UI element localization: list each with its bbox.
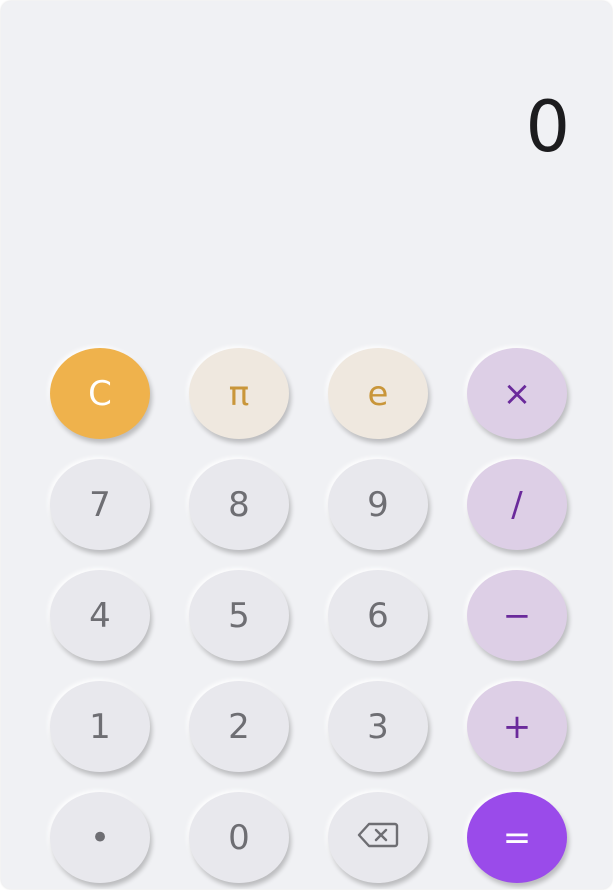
add-button[interactable]: + <box>467 681 567 772</box>
key-label: / <box>511 484 523 525</box>
key-label: 2 <box>228 706 250 747</box>
multiply-button[interactable]: × <box>467 348 567 439</box>
key-label: 8 <box>228 484 250 525</box>
key-label: 5 <box>228 595 250 636</box>
key-label: + <box>502 706 532 747</box>
digit-4-button[interactable]: 4 <box>50 570 150 661</box>
keypad: Cπ e × 7 8 9 / 4 5 6 − 1 2 3 + • 0 = <box>50 348 570 883</box>
euler-button[interactable]: e <box>328 348 428 439</box>
digit-6-button[interactable]: 6 <box>328 570 428 661</box>
key-label: 9 <box>367 484 389 525</box>
key-label: 0 <box>228 817 250 858</box>
key-label: • <box>89 817 111 858</box>
pi-button[interactable]: π <box>189 348 289 439</box>
digit-1-button[interactable]: 1 <box>50 681 150 772</box>
digit-3-button[interactable]: 3 <box>328 681 428 772</box>
subtract-button[interactable]: − <box>467 570 567 661</box>
key-label: 6 <box>367 595 389 636</box>
digit-9-button[interactable]: 9 <box>328 459 428 550</box>
digit-8-button[interactable]: 8 <box>189 459 289 550</box>
digit-2-button[interactable]: 2 <box>189 681 289 772</box>
digit-5-button[interactable]: 5 <box>189 570 289 661</box>
divide-button[interactable]: / <box>467 459 567 550</box>
key-label: e <box>367 373 389 414</box>
equals-button[interactable]: = <box>467 792 567 883</box>
digit-7-button[interactable]: 7 <box>50 459 150 550</box>
calculator: 0 Cπ e × 7 8 9 / 4 5 6 − 1 2 3 + • 0 = <box>1 1 612 889</box>
key-label: C <box>88 373 112 414</box>
key-label: × <box>502 373 532 414</box>
key-label: − <box>502 595 532 636</box>
clear-button[interactable]: C <box>50 348 150 439</box>
backspace-icon <box>357 818 399 858</box>
key-label: π <box>228 373 250 414</box>
display-value: 0 <box>525 86 570 168</box>
digit-0-button[interactable]: 0 <box>189 792 289 883</box>
key-label: 3 <box>367 706 389 747</box>
decimal-point-button[interactable]: • <box>50 792 150 883</box>
key-label: 7 <box>89 484 111 525</box>
key-label: 4 <box>89 595 111 636</box>
key-label: 1 <box>89 706 111 747</box>
key-label: = <box>502 817 532 858</box>
backspace-button[interactable] <box>328 792 428 883</box>
display-panel: 0 <box>1 1 612 301</box>
